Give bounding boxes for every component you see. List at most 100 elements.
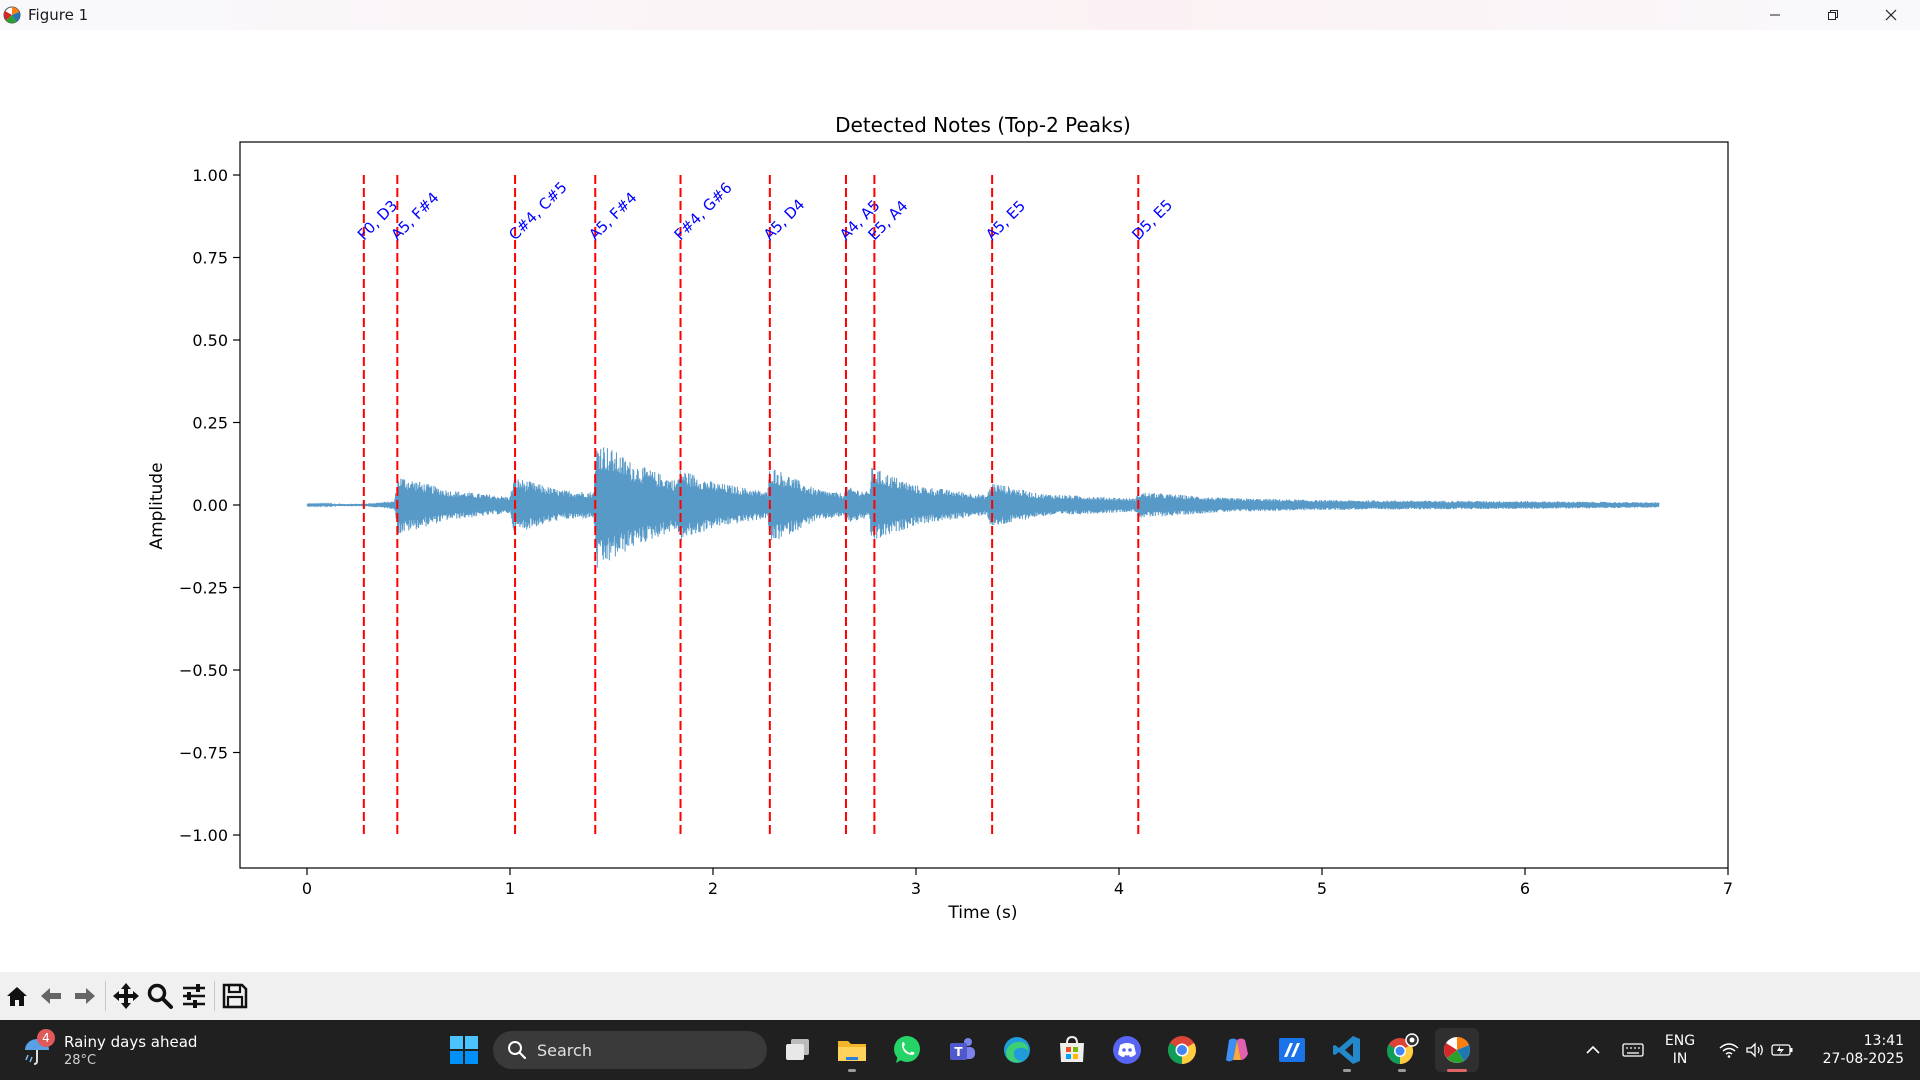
y-tick-label: 0.75 xyxy=(192,249,228,268)
search-icon xyxy=(507,1040,527,1060)
show-hidden-icons-button[interactable] xyxy=(1578,1020,1608,1080)
x-ticks: 0 1 2 3 4 5 6 7 xyxy=(302,868,1733,898)
svg-text:T: T xyxy=(954,1045,963,1059)
zoom-button[interactable] xyxy=(143,979,177,1013)
teams-icon: T xyxy=(950,1038,975,1060)
file-explorer-button[interactable] xyxy=(830,1028,874,1072)
save-floppy-icon xyxy=(222,983,248,1009)
x-tick-label: 0 xyxy=(302,879,312,898)
taskbar: 4 Rainy days ahead 28°C Search T ENG IN … xyxy=(0,1020,1920,1080)
copilot-button[interactable] xyxy=(1215,1028,1259,1072)
y-tick-label: −0.25 xyxy=(179,579,228,598)
onset-label: A5, E5 xyxy=(982,197,1029,244)
umbrella-rain-icon: 4 xyxy=(20,1029,55,1067)
pan-button[interactable] xyxy=(109,979,143,1013)
x-tick-label: 5 xyxy=(1317,879,1327,898)
y-tick-label: 0.00 xyxy=(192,496,228,515)
toolbar-separator xyxy=(105,981,106,1011)
vscode-icon xyxy=(1333,1036,1360,1064)
task-view-icon xyxy=(786,1039,809,1060)
close-button[interactable] xyxy=(1862,0,1920,30)
minimize-icon xyxy=(1770,14,1780,16)
y-ticks: 1.00 0.75 0.50 0.25 0.00 −0.25 −0.50 −0.75 −1.00 xyxy=(179,166,240,845)
minimize-button[interactable] xyxy=(1746,0,1804,30)
weather-headline: Rainy days ahead xyxy=(64,1032,198,1051)
title-bar: Figure 1 xyxy=(0,0,1920,30)
y-tick-label: −1.00 xyxy=(179,826,228,845)
clock-time: 13:41 xyxy=(1863,1033,1904,1049)
forward-button[interactable] xyxy=(68,979,102,1013)
running-indicator xyxy=(1343,1069,1351,1072)
home-button[interactable] xyxy=(0,979,34,1013)
onset-label: A5, F#4 xyxy=(585,189,640,244)
keyboard-icon xyxy=(1622,1043,1644,1057)
x-axis-label: Time (s) xyxy=(947,903,1017,923)
restore-button[interactable] xyxy=(1804,0,1862,30)
back-button[interactable] xyxy=(34,979,68,1013)
input-language-button[interactable]: ENG IN xyxy=(1658,1020,1702,1080)
discord-icon xyxy=(1113,1036,1141,1064)
matplotlib-figure-icon xyxy=(1444,1037,1471,1063)
language-code: ENG xyxy=(1664,1033,1696,1049)
wifi-icon xyxy=(1719,1043,1739,1058)
running-indicator xyxy=(1398,1069,1406,1072)
chevron-up-icon xyxy=(1586,1045,1600,1054)
battery-charging-icon xyxy=(1771,1044,1793,1056)
quick-settings-button[interactable] xyxy=(1712,1020,1800,1080)
windows-logo-icon xyxy=(450,1036,478,1064)
edge-button[interactable] xyxy=(995,1028,1039,1072)
chrome-profile-button[interactable] xyxy=(1380,1028,1424,1072)
microsoft-store-icon xyxy=(1060,1035,1084,1062)
matplotlib-figure-button[interactable] xyxy=(1435,1028,1479,1072)
x-tick-label: 1 xyxy=(505,879,515,898)
matplotlib-icon xyxy=(2,5,22,25)
zoom-magnifier-icon xyxy=(147,983,173,1009)
vscode-button[interactable] xyxy=(1325,1028,1369,1072)
running-indicator xyxy=(848,1069,856,1072)
chrome-icon xyxy=(1168,1036,1196,1064)
clock-button[interactable]: 13:41 27-08-2025 xyxy=(1808,1020,1908,1080)
copilot-icon xyxy=(1226,1038,1248,1062)
y-tick-label: −0.50 xyxy=(179,661,228,680)
search-label: Search xyxy=(537,1040,592,1060)
onset-label: A5, D4 xyxy=(760,195,808,243)
waveform-line xyxy=(306,447,1660,568)
discord-button[interactable] xyxy=(1105,1028,1149,1072)
teams-button[interactable]: T xyxy=(940,1028,984,1072)
waveform-layer xyxy=(306,447,1660,568)
whatsapp-button[interactable] xyxy=(885,1028,929,1072)
window-title: Figure 1 xyxy=(28,6,89,24)
figure-canvas[interactable]: Detected Notes (Top-2 Peaks) F0, D3 A5, F… xyxy=(0,30,1920,972)
onset-label: A5, F#4 xyxy=(387,189,442,244)
back-arrow-icon xyxy=(41,988,61,1004)
microsoft-store-button[interactable] xyxy=(1050,1028,1094,1072)
region-code: IN xyxy=(1672,1051,1688,1067)
y-tick-label: 0.25 xyxy=(192,414,228,433)
onset-label: D5, E5 xyxy=(1128,196,1176,244)
start-button[interactable] xyxy=(444,1030,484,1070)
matplotlib-toolbar xyxy=(0,972,1920,1020)
edge-icon xyxy=(1004,1037,1030,1063)
weather-badge: 4 xyxy=(37,1029,55,1047)
volume-icon xyxy=(1746,1042,1763,1058)
x-tick-label: 6 xyxy=(1520,879,1530,898)
task-view-button[interactable] xyxy=(776,1028,820,1072)
chrome-button[interactable] xyxy=(1160,1028,1204,1072)
app-button-blue[interactable] xyxy=(1270,1028,1314,1072)
x-tick-label: 4 xyxy=(1114,879,1124,898)
x-tick-label: 7 xyxy=(1723,879,1733,898)
taskbar-search[interactable]: Search xyxy=(493,1031,767,1069)
save-button[interactable] xyxy=(218,979,252,1013)
close-icon xyxy=(1885,9,1897,21)
active-indicator xyxy=(1447,1069,1467,1072)
chrome-profile-icon xyxy=(1386,1033,1419,1065)
forward-arrow-icon xyxy=(75,988,95,1004)
figure-window: Figure 1 Detected Notes (Top-2 Peaks) F0… xyxy=(0,0,1920,1020)
touch-keyboard-button[interactable] xyxy=(1618,1020,1648,1080)
y-axis-label: Amplitude xyxy=(147,462,167,549)
x-tick-label: 2 xyxy=(708,879,718,898)
configure-subplots-button[interactable] xyxy=(177,979,211,1013)
configure-subplots-icon xyxy=(183,984,205,1008)
clock-date: 27-08-2025 xyxy=(1822,1051,1904,1067)
weather-widget[interactable]: 4 Rainy days ahead 28°C xyxy=(20,1028,197,1072)
